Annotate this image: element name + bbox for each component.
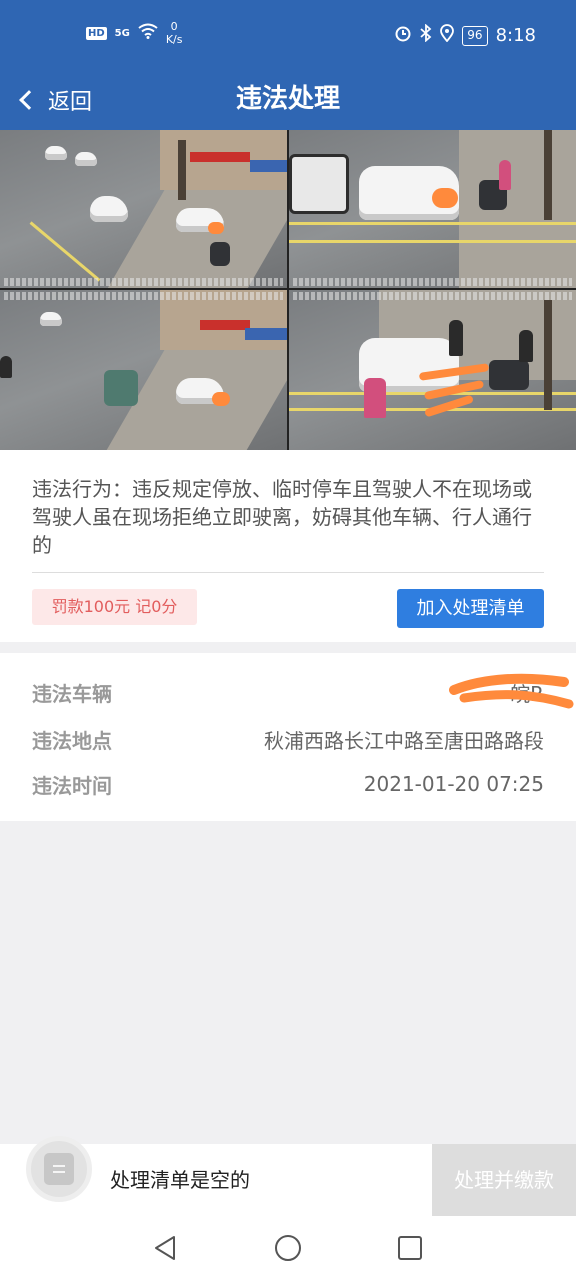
nav-back-icon[interactable] [150, 1232, 182, 1264]
status-bar: HD 5G 0 K/s 96 8:18 [0, 0, 576, 72]
clock-time: 8:18 [495, 25, 536, 46]
processing-list-button[interactable] [26, 1136, 92, 1202]
vehicle-row: 违法车辆 皖R [32, 673, 574, 709]
location-label: 违法地点 [32, 728, 112, 753]
system-nav-bar [0, 1216, 576, 1280]
wifi-icon [138, 23, 158, 43]
status-bar-right: 96 8:18 [394, 23, 536, 47]
process-and-pay-button[interactable]: 处理并缴款 [432, 1144, 576, 1216]
time-label: 违法时间 [32, 773, 112, 798]
alarm-icon [394, 24, 412, 47]
app-header: 返回 违法处理 [0, 72, 576, 130]
bottom-bar: 处理清单是空的 处理并缴款 [0, 1136, 576, 1216]
nav-home-icon[interactable] [272, 1232, 304, 1264]
location-row: 违法地点 秋浦西路长江中路至唐田路路段 [32, 722, 544, 756]
time-value: 2021-01-20 07:25 [363, 772, 544, 796]
list-icon [44, 1153, 74, 1185]
list-empty-text: 处理清单是空的 [110, 1168, 250, 1192]
net-speed: 0 K/s [166, 20, 183, 46]
time-row: 违法时间 2021-01-20 07:25 [32, 767, 544, 801]
violation-behavior: 违法行为：违反规定停放、临时停车且驾驶人不在现场或驾驶人虽在现场拒绝立即驶离，妨… [32, 477, 532, 557]
nav-recent-icon[interactable] [394, 1232, 426, 1264]
evidence-photo-2[interactable] [289, 130, 576, 288]
page-title: 违法处理 [235, 84, 340, 114]
add-to-list-button[interactable]: 加入处理清单 [397, 589, 544, 628]
redaction-scribble [449, 673, 574, 708]
status-bar-left: HD 5G 0 K/s [86, 20, 183, 46]
signal-icon: 5G [114, 27, 130, 39]
evidence-photo-grid [0, 130, 576, 450]
hd-icon: HD [86, 26, 107, 40]
divider [32, 572, 544, 573]
battery-icon: 96 [462, 25, 488, 46]
violation-card: 违法行为：违反规定停放、临时停车且驾驶人不在现场或驾驶人虽在现场拒绝立即驶离，妨… [0, 450, 576, 642]
bluetooth-icon [420, 23, 432, 47]
violation-details: 违法车辆 皖R 违法地点 秋浦西路长江中路至唐田路路段 违法时间 2021-01… [0, 653, 576, 821]
vehicle-label: 违法车辆 [32, 681, 112, 706]
location-icon [440, 24, 455, 47]
location-value: 秋浦西路长江中路至唐田路路段 [264, 728, 544, 753]
vehicle-plate: 皖R [449, 673, 574, 708]
evidence-photo-3[interactable] [0, 290, 287, 450]
penalty-badge: 罚款100元 记0分 [32, 589, 197, 625]
evidence-photo-4[interactable] [289, 290, 576, 450]
evidence-photo-1[interactable] [0, 130, 287, 288]
net-speed-value: 0 [170, 20, 178, 33]
net-speed-unit: K/s [165, 33, 183, 46]
